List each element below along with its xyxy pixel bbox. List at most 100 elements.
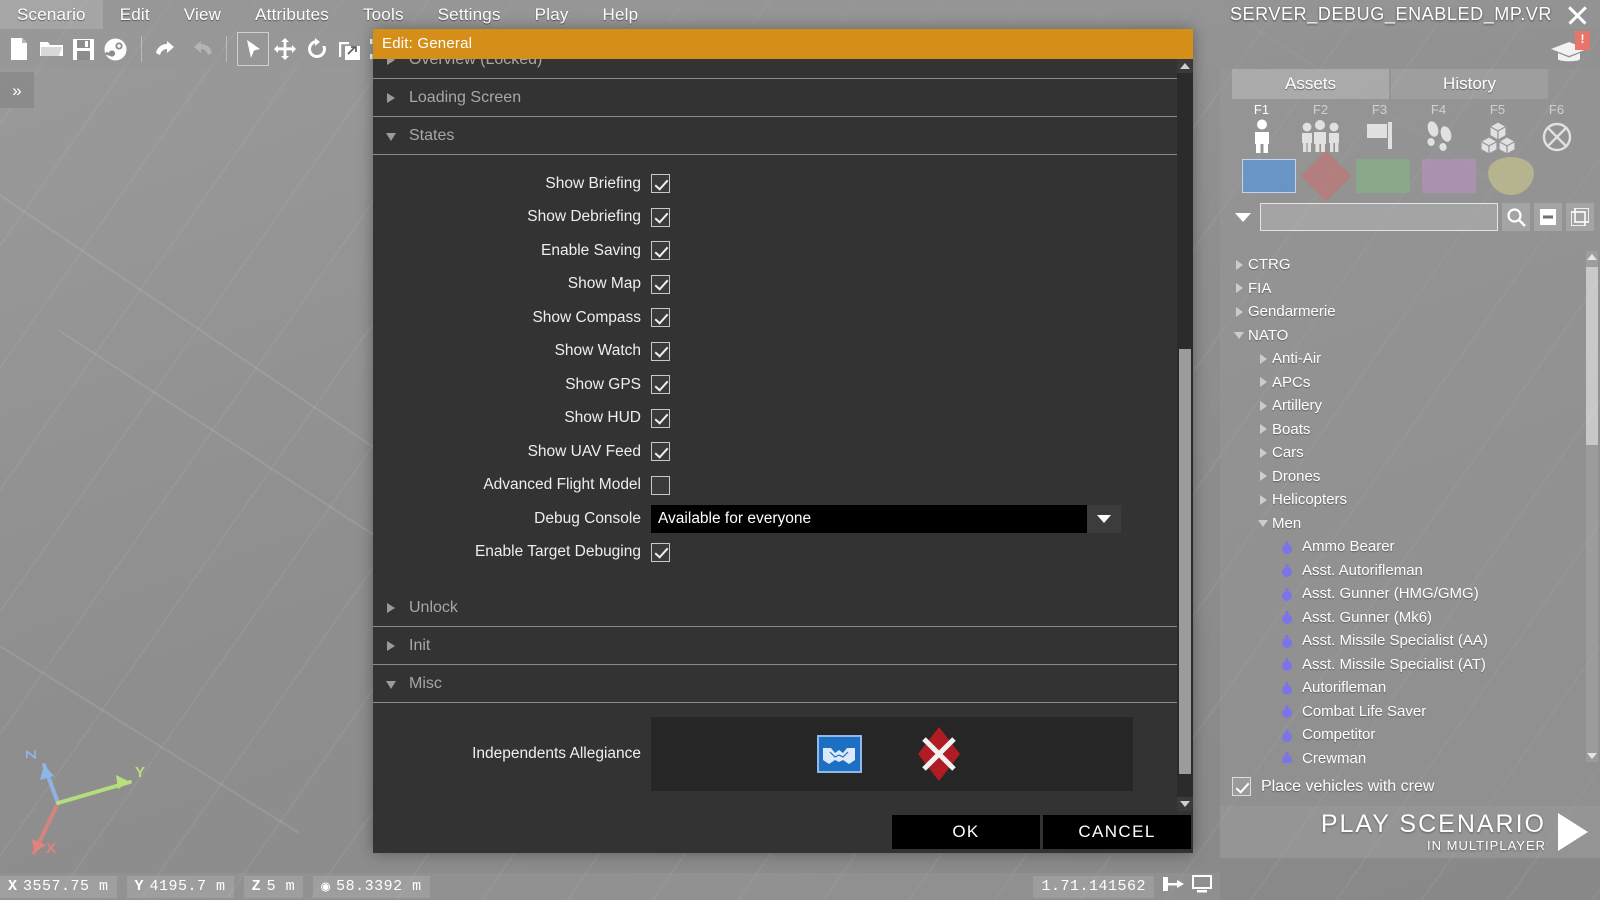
ok-button[interactable]: OK [892,815,1040,849]
network-icon[interactable] [1162,875,1184,898]
chevron-right-icon[interactable] [1230,283,1248,294]
section-states[interactable]: States [373,117,1177,155]
tree-branch[interactable]: Drones [1230,465,1584,489]
fkey-f4-waypoints[interactable]: F4 [1409,103,1468,153]
state-option-checkbox[interactable] [651,408,670,428]
menu-item-scenario[interactable]: Scenario [0,0,103,29]
rotate-icon[interactable] [302,33,332,65]
menu-item-settings[interactable]: Settings [421,0,518,29]
dialog-scrollbar[interactable] [1177,59,1193,811]
open-folder-icon[interactable] [36,33,66,65]
close-icon[interactable] [1564,2,1590,28]
state-option-checkbox[interactable] [651,308,670,328]
chevron-down-icon[interactable] [1230,331,1248,339]
move-icon[interactable] [270,33,300,65]
tree-leaf[interactable]: Competitor [1230,723,1584,747]
swatch-civilian[interactable] [1422,159,1476,193]
section-overview[interactable]: Overview (Locked) [373,59,1177,79]
chevron-right-icon[interactable] [1254,447,1272,458]
cancel-button[interactable]: CANCEL [1043,815,1191,849]
monitor-icon[interactable] [1192,875,1212,898]
tree-branch[interactable]: Boats [1230,418,1584,442]
tab-assets[interactable]: Assets [1232,69,1389,99]
chevron-right-icon[interactable] [1254,424,1272,435]
chevron-right-icon[interactable] [1230,259,1248,270]
menu-item-help[interactable]: Help [586,0,656,29]
tree-leaf[interactable]: Asst. Autorifleman [1230,559,1584,583]
tree-leaf[interactable]: Ammo Bearer [1230,535,1584,559]
collapse-all-icon[interactable] [1534,203,1562,231]
state-option-checkbox[interactable] [651,207,670,227]
asset-tree-scrollbar[interactable] [1586,251,1598,762]
search-input[interactable] [1260,203,1498,231]
select-cursor-icon[interactable] [237,32,269,66]
tree-branch[interactable]: Men [1230,512,1584,536]
allegiance-option-opfor[interactable] [910,725,968,783]
fkey-f1-units[interactable]: F1 [1232,103,1291,153]
redo-icon[interactable] [185,33,215,65]
scroll-up-icon[interactable] [1586,251,1598,263]
asset-tree[interactable]: CTRG FIA Gendarmerie NATO Anti-Air APCs Artill… [1230,253,1584,763]
dialog-scrollbar-thumb[interactable] [1179,349,1191,774]
state-option-checkbox[interactable] [651,241,670,261]
tree-branch[interactable]: Cars [1230,441,1584,465]
allegiance-option-blufor[interactable] [816,735,862,773]
chevron-right-icon[interactable] [1254,471,1272,482]
chevron-right-icon[interactable] [1254,400,1272,411]
fkey-f3-triggers[interactable]: F3 [1350,103,1409,153]
section-init[interactable]: Init [373,627,1177,665]
state-option-checkbox[interactable] [651,341,670,361]
swatch-logic[interactable] [1488,157,1534,195]
save-disk-icon[interactable] [68,33,98,65]
state-option-checkbox[interactable] [651,375,670,395]
tree-leaf[interactable]: Combat Life Saver [1230,700,1584,724]
menu-item-attributes[interactable]: Attributes [238,0,346,29]
new-file-icon[interactable] [4,33,34,65]
scroll-down-icon[interactable] [1586,750,1598,762]
menu-item-play[interactable]: Play [518,0,586,29]
scale-icon[interactable] [334,33,364,65]
state-option-checkbox[interactable] [651,442,670,462]
section-loading-screen[interactable]: Loading Screen [373,79,1177,117]
swatch-blufor[interactable] [1242,159,1296,193]
state-option-checkbox[interactable] [651,475,670,495]
tree-leaf[interactable]: Asst. Gunner (Mk6) [1230,606,1584,630]
tab-history[interactable]: History [1391,69,1548,99]
tree-leaf[interactable]: Asst. Missile Specialist (AA) [1230,629,1584,653]
tutorial-hints-button[interactable]: ! [1548,31,1592,67]
chevron-right-icon[interactable] [1254,353,1272,364]
fkey-f2-groups[interactable]: F2 [1291,103,1350,153]
filter-dropdown-button[interactable] [1230,203,1256,231]
swatch-independent[interactable] [1356,159,1410,193]
menu-item-edit[interactable]: Edit [103,0,167,29]
scroll-up-icon[interactable] [1177,59,1193,73]
chevron-down-icon[interactable] [1254,519,1272,527]
tree-branch[interactable]: APCs [1230,371,1584,395]
tree-leaf[interactable]: Asst. Gunner (HMG/GMG) [1230,582,1584,606]
search-icon[interactable] [1502,203,1530,231]
tree-branch[interactable]: Gendarmerie [1230,300,1584,324]
scrollbar-thumb[interactable] [1586,267,1598,445]
chevron-right-icon[interactable] [1230,306,1248,317]
tree-branch[interactable]: Helicopters [1230,488,1584,512]
tree-branch[interactable]: Anti-Air [1230,347,1584,371]
play-scenario-button[interactable]: PLAY SCENARIO IN MULTIPLAYER [1220,806,1600,858]
sidebar-expand-button[interactable]: » [0,72,34,108]
expand-all-icon[interactable] [1566,203,1594,231]
debug-console-dropdown[interactable]: Available for everyone [651,504,1121,533]
fkey-f5-systems[interactable]: F5 [1468,103,1527,153]
menu-item-view[interactable]: View [167,0,238,29]
fkey-f6-markers[interactable]: F6 [1527,103,1586,153]
state-option-checkbox[interactable] [651,174,670,194]
steam-icon[interactable] [100,33,130,65]
undo-icon[interactable] [153,33,183,65]
swatch-opfor[interactable] [1300,150,1352,202]
tree-leaf[interactable]: Autorifleman [1230,676,1584,700]
enable-target-debugging-checkbox[interactable] [651,542,670,562]
tree-branch[interactable]: NATO [1230,324,1584,348]
tree-leaf[interactable]: Crewman [1230,747,1584,763]
state-option-checkbox[interactable] [651,274,670,294]
place-vehicles-with-crew-checkbox[interactable]: Place vehicles with crew [1232,777,1434,796]
section-unlock[interactable]: Unlock [373,589,1177,627]
tree-branch[interactable]: FIA [1230,277,1584,301]
